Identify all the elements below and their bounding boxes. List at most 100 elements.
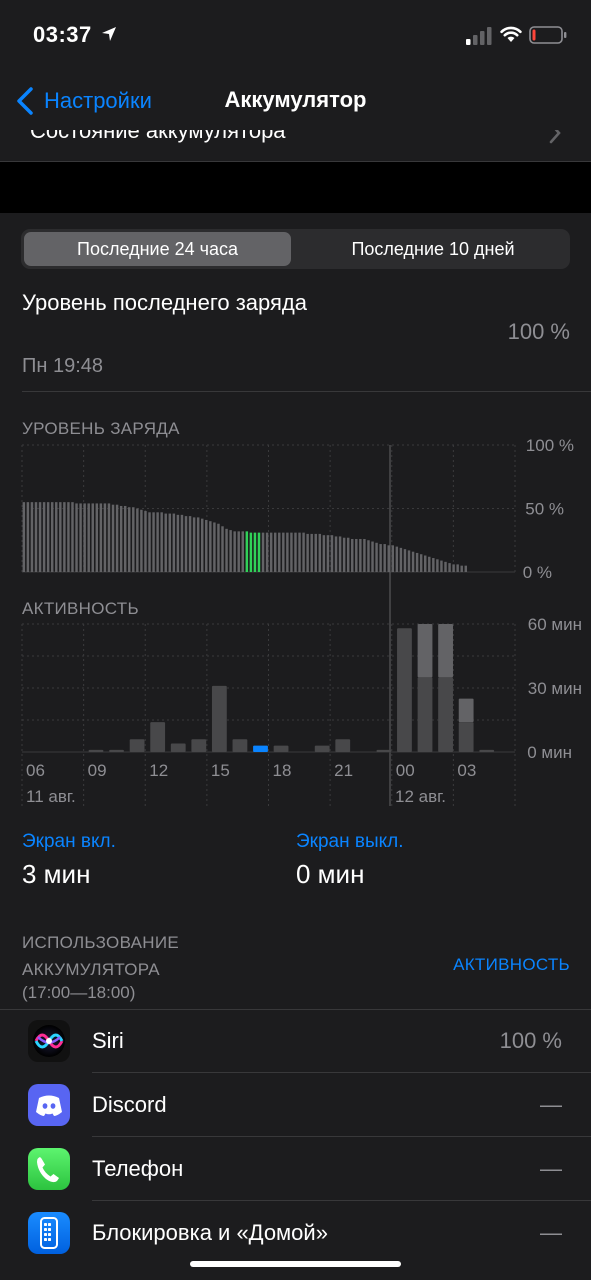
battery-level-bar	[148, 512, 151, 572]
activity-bar-screen-on	[376, 749, 392, 752]
location-arrow-icon	[102, 27, 116, 41]
battery-charts[interactable]: 100 % 50 % 0 % 60 мин 30 мин 0 мин 06 09 12 15 18 2…	[0, 213, 591, 813]
battery-level-bar	[282, 532, 285, 572]
activity-bar-screen-on	[232, 739, 248, 752]
battery-level-bar	[128, 507, 131, 572]
battery-level-bar	[217, 523, 220, 572]
status-bar: 03:37	[0, 0, 591, 72]
battery-level-bar	[22, 502, 26, 572]
battery-level-bar	[156, 512, 159, 572]
battery-level-bar	[448, 563, 451, 572]
battery-level-bar	[168, 513, 172, 572]
discord-icon	[28, 1084, 70, 1126]
battery-level-bar	[71, 502, 74, 572]
activity-bar-screen-on	[417, 677, 433, 752]
battery-level-bar	[363, 538, 366, 572]
screen-on-value: 3 мин	[22, 859, 91, 889]
battery-level-bar	[334, 536, 338, 572]
battery-level-bar	[192, 517, 196, 572]
battery-level-bar	[172, 513, 176, 572]
battery-level-bar	[180, 514, 184, 572]
activity-bar-screen-on	[88, 749, 104, 752]
battery-level-bar	[338, 536, 342, 572]
battery-level-bar	[359, 538, 362, 572]
battery-level-bar	[253, 532, 257, 572]
battery-level-bar	[123, 505, 127, 572]
activity-bar-screen-on	[211, 685, 227, 752]
activity-bar-screen-on	[397, 628, 412, 752]
battery-level-bar	[176, 514, 180, 572]
y-tick-label: 50 %	[525, 500, 564, 519]
activity-bar-screen-on	[335, 739, 351, 752]
battery-level-bar	[452, 564, 455, 572]
battery-level-bar	[314, 533, 317, 572]
battery-level-bar	[160, 512, 163, 572]
battery-level-bar	[79, 503, 82, 572]
battery-level-bar	[205, 519, 208, 572]
activity-toggle-button[interactable]: АКТИВНОСТЬ	[453, 955, 570, 975]
battery-level-bar	[424, 555, 427, 572]
battery-level-bar	[59, 502, 62, 572]
battery-level-bar	[318, 533, 322, 572]
battery-level-bar	[415, 552, 419, 572]
app-row-siri[interactable]: Siri 100 %	[0, 1009, 591, 1072]
app-row-phone[interactable]: Телефон —	[0, 1137, 591, 1200]
x-tick-label: 12	[149, 761, 168, 780]
battery-health-row[interactable]: Состояние аккумулятора	[0, 130, 591, 162]
app-usage-value: —	[540, 1092, 562, 1117]
activity-bar-screen-on	[109, 749, 124, 752]
battery-level-bar	[302, 532, 305, 572]
app-name: Siri	[92, 1028, 124, 1053]
activity-bar-screen-on	[170, 743, 186, 752]
battery-level-bar	[432, 558, 435, 572]
phone-icon	[28, 1148, 70, 1190]
battery-level-bar	[460, 565, 463, 572]
app-name: Discord	[92, 1092, 167, 1117]
battery-level-bar	[387, 545, 390, 572]
battery-level-bar	[30, 502, 34, 572]
app-name: Блокировка и «Домой»	[92, 1220, 328, 1245]
battery-level-bar	[419, 554, 423, 572]
screen-on-label: Экран вкл.	[22, 831, 116, 852]
x-tick-label: 00	[396, 761, 415, 780]
battery-level-bar	[428, 556, 431, 572]
battery-level-bar	[298, 532, 301, 572]
battery-level-bar	[379, 544, 382, 572]
battery-main-section: Последние 24 часа Последние 10 дней Уров…	[0, 213, 591, 1280]
x-tick-label: 03	[457, 761, 476, 780]
x-tick-label: 06	[26, 761, 45, 780]
battery-level-bar	[440, 560, 443, 572]
battery-level-bar	[444, 561, 447, 572]
battery-level-bar	[46, 502, 50, 572]
battery-level-bar	[342, 537, 346, 572]
battery-level-bar	[42, 502, 46, 572]
battery-level-bar	[265, 532, 269, 572]
battery-level-bar	[464, 565, 467, 572]
home-indicator[interactable]	[190, 1261, 401, 1267]
activity-bar-screen-off	[417, 624, 433, 678]
battery-level-bar	[322, 535, 326, 572]
date-label: 12 авг.	[395, 787, 446, 806]
activity-bar-screen-off	[458, 698, 474, 723]
app-row-lock-home[interactable]: Блокировка и «Домой» —	[0, 1201, 591, 1264]
app-name: Телефон	[92, 1156, 184, 1181]
battery-health-label: Состояние аккумулятора	[30, 130, 286, 143]
app-row-discord[interactable]: Discord —	[0, 1073, 591, 1136]
battery-level-bar	[111, 504, 115, 572]
page-title-text: Аккумулятор	[224, 87, 367, 112]
battery-level-bar	[391, 545, 395, 572]
screen-off-label: Экран выкл.	[296, 831, 404, 852]
page-title: Аккумулятор	[0, 87, 591, 113]
battery-level-bar	[152, 512, 155, 572]
battery-level-bar	[245, 531, 249, 572]
x-tick-label: 21	[334, 761, 353, 780]
battery-level-bar	[269, 532, 273, 572]
battery-level-bar	[273, 532, 277, 572]
activity-bar-screen-on	[253, 745, 268, 752]
battery-level-bar	[140, 509, 143, 572]
battery-level-bar	[115, 504, 119, 572]
siri-icon	[28, 1020, 70, 1062]
wifi-icon	[500, 26, 522, 42]
battery-level-bar	[411, 551, 415, 572]
battery-level-bar	[91, 503, 94, 572]
